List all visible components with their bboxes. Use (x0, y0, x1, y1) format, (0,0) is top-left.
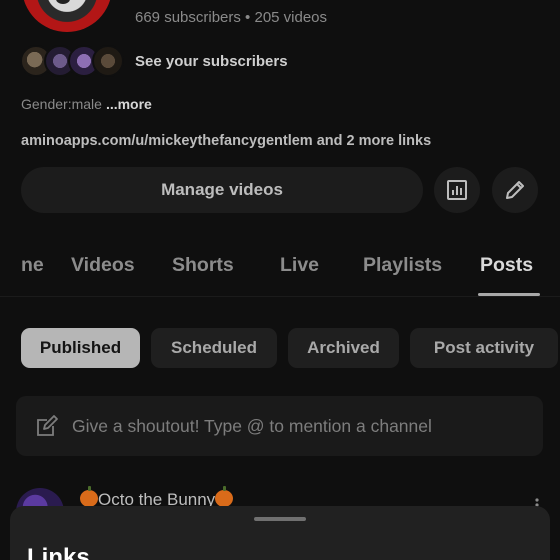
tab-playlists[interactable]: Playlists (363, 254, 442, 277)
edit-channel-button[interactable] (492, 167, 538, 213)
sheet-drag-handle[interactable] (254, 517, 306, 521)
tabs-divider (0, 296, 560, 297)
pumpkin-icon (215, 486, 234, 507)
post-composer[interactable] (16, 396, 543, 456)
analytics-icon (447, 180, 467, 200)
primary-link[interactable]: aminoapps.com/u/mickeythefancygentlem (21, 133, 313, 149)
shoutout-input[interactable] (72, 406, 543, 446)
channel-stats: 669 subscribers • 205 videos (135, 9, 328, 26)
edit-note-icon (34, 413, 60, 439)
more-links[interactable]: and 2 more links (317, 133, 431, 149)
filter-published[interactable]: Published (21, 328, 140, 368)
subscriber-avatars[interactable] (20, 45, 124, 77)
subscriber-avatar (92, 45, 124, 77)
channel-tabs: ne Videos Shorts Live Playlists Posts (0, 244, 560, 296)
description-text: Gender:male (21, 96, 102, 112)
channel-avatar[interactable] (22, 0, 112, 32)
see-subscribers-link[interactable]: See your subscribers (135, 53, 288, 70)
channel-description[interactable]: Gender:male ...more (21, 96, 152, 112)
manage-videos-button[interactable]: Manage videos (21, 167, 423, 213)
pumpkin-icon (80, 486, 98, 507)
channel-page: 669 subscribers • 205 videos See your su… (0, 0, 560, 560)
sheet-title: Links (27, 544, 90, 560)
filter-post-activity[interactable]: Post activity (410, 328, 558, 368)
tab-shorts[interactable]: Shorts (172, 254, 234, 277)
tab-home[interactable]: ne (21, 254, 44, 277)
tab-posts[interactable]: Posts (480, 254, 533, 277)
filter-archived[interactable]: Archived (288, 328, 399, 368)
more-link[interactable]: ...more (106, 96, 152, 112)
tab-live[interactable]: Live (280, 254, 319, 277)
pencil-icon (506, 181, 524, 199)
analytics-button[interactable] (434, 167, 480, 213)
links-bottom-sheet[interactable]: Links (10, 506, 550, 560)
tab-videos[interactable]: Videos (71, 254, 135, 277)
channel-links[interactable]: aminoapps.com/u/mickeythefancygentlem and… (21, 133, 431, 149)
filter-scheduled[interactable]: Scheduled (151, 328, 277, 368)
